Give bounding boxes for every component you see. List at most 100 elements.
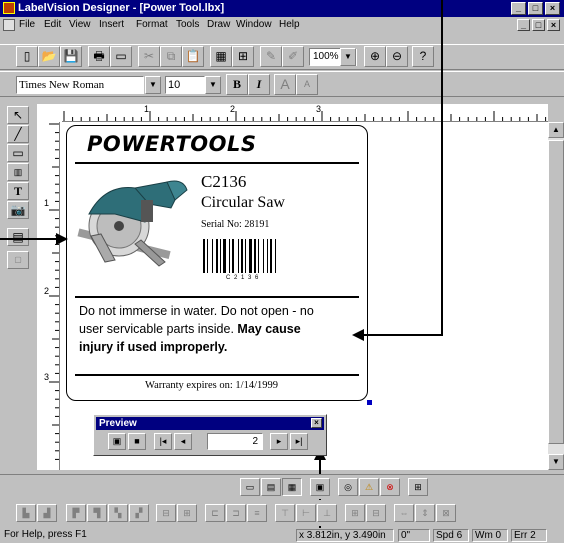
menu-bar: File Edit View Insert Format Tools Draw … xyxy=(0,17,564,34)
warning-icon[interactable]: ⚠ xyxy=(359,478,379,496)
horizontal-ruler: 1 2 3 xyxy=(62,104,548,122)
shrink-font-button[interactable]: A xyxy=(296,74,318,95)
size-height-icon[interactable]: ⇕ xyxy=(415,504,435,522)
print-preview-icon[interactable]: ▭ xyxy=(110,46,132,67)
preview-next-icon[interactable]: ▸ xyxy=(270,433,288,450)
zoom-dropdown-icon[interactable]: ▼ xyxy=(340,48,356,66)
print-label-icon[interactable]: ▣ xyxy=(310,478,330,496)
preview-prev-icon[interactable]: ◂ xyxy=(174,433,192,450)
text-icon[interactable]: T xyxy=(7,182,29,200)
maximize-button[interactable]: □ xyxy=(528,2,543,15)
scroll-thumb[interactable] xyxy=(548,140,564,444)
align-middle-icon[interactable]: ⊢ xyxy=(296,504,316,522)
alignment-toolbar: ▙ ▟ ▛ ▜ ▚ ▞ ⊟ ⊞ ⊏ ⊐ ≡ ⊤ ⊢ ⊥ ⊞ ⊟ ⇔ ⇕ ⊠ xyxy=(0,500,564,526)
menu-file[interactable]: File xyxy=(19,19,35,30)
preview-page-field[interactable]: 2 xyxy=(207,433,263,450)
align-bottom-icon[interactable]: ⊥ xyxy=(317,504,337,522)
preview-title: Preview xyxy=(96,417,324,430)
open-icon[interactable]: 📂 xyxy=(38,46,60,67)
scroll-down-icon[interactable]: ▼ xyxy=(548,454,564,470)
minimize-button[interactable]: _ xyxy=(511,2,526,15)
menu-window[interactable]: Window xyxy=(236,19,272,30)
vertical-scrollbar[interactable]: ▲ ▼ xyxy=(548,122,564,470)
size-dropdown-icon[interactable]: ▼ xyxy=(205,76,221,94)
align-icon-7[interactable]: ⊟ xyxy=(156,504,176,522)
font-dropdown-icon[interactable]: ▼ xyxy=(145,76,161,94)
align-center-icon[interactable]: ⊐ xyxy=(226,504,246,522)
picture-icon[interactable]: 📷 xyxy=(7,201,29,219)
space-vertical-icon[interactable]: ⊟ xyxy=(366,504,386,522)
doc-close-button[interactable]: × xyxy=(547,19,560,31)
brush-icon[interactable]: ✐ xyxy=(282,46,304,67)
resize-handle[interactable] xyxy=(367,400,372,405)
callout-line-image xyxy=(0,238,58,240)
view-normal-icon[interactable]: ▭ xyxy=(240,478,260,496)
align-top-icon[interactable]: ⊤ xyxy=(275,504,295,522)
barcode-icon[interactable]: ▥ xyxy=(7,163,29,181)
menu-draw[interactable]: Draw xyxy=(207,19,230,30)
preview-close-icon[interactable]: × xyxy=(311,418,322,428)
menu-insert[interactable]: Insert xyxy=(99,19,124,30)
top-divider xyxy=(75,162,359,164)
italic-button[interactable]: I xyxy=(248,74,270,95)
size-width-icon[interactable]: ⇔ xyxy=(394,504,414,522)
view-data-icon[interactable]: ▤ xyxy=(261,478,281,496)
select-arrow-icon[interactable]: ↖ xyxy=(7,106,29,124)
font-name-field[interactable]: Times New Roman xyxy=(16,76,144,94)
space-horizontal-icon[interactable]: ⊞ xyxy=(345,504,365,522)
bold-button[interactable]: B xyxy=(226,74,248,95)
print-icon[interactable]: 🖶 xyxy=(88,46,110,67)
status-bar: For Help, press F1 x 3.812in, y 3.490in … xyxy=(0,528,564,543)
rectangle-icon[interactable]: ▭ xyxy=(7,144,29,162)
align-icon-2[interactable]: ▟ xyxy=(37,504,57,522)
preview-first-icon[interactable]: |◂ xyxy=(154,433,172,450)
line-icon[interactable]: ╱ xyxy=(7,125,29,143)
error-icon[interactable]: ⊗ xyxy=(380,478,400,496)
align-icon-5[interactable]: ▚ xyxy=(108,504,128,522)
counter-icon[interactable]: ▢ xyxy=(7,251,29,269)
preview-monitor-icon[interactable]: ▣ xyxy=(108,433,126,450)
status-coordinates: x 3.812in, y 3.490in xyxy=(296,529,394,542)
align-icon-1[interactable]: ▙ xyxy=(16,504,36,522)
scroll-up-icon[interactable]: ▲ xyxy=(548,122,564,138)
preview-stop-icon[interactable]: ■ xyxy=(128,433,146,450)
table-icon[interactable]: ⊞ xyxy=(232,46,254,67)
doc-minimize-button[interactable]: _ xyxy=(517,19,530,31)
align-left-icon[interactable]: ⊏ xyxy=(205,504,225,522)
check-icon[interactable]: ◎ xyxy=(338,478,358,496)
zoom-out-icon[interactable]: ⊖ xyxy=(386,46,408,67)
view-design-icon[interactable]: ▦ xyxy=(282,478,302,496)
doc-restore-button[interactable]: □ xyxy=(532,19,545,31)
menu-format[interactable]: Format xyxy=(136,19,168,30)
properties-icon[interactable]: ⊞ xyxy=(408,478,428,496)
align-icon-6[interactable]: ▞ xyxy=(129,504,149,522)
close-button[interactable]: × xyxy=(545,2,560,15)
app-icon xyxy=(3,2,15,14)
paste-icon[interactable]: 📋 xyxy=(182,46,204,67)
zoom-in-icon[interactable]: ⊕ xyxy=(364,46,386,67)
context-help-icon[interactable]: ? xyxy=(412,46,434,67)
grid-icon[interactable]: ▦ xyxy=(210,46,232,67)
menu-edit[interactable]: Edit xyxy=(44,19,61,30)
menu-tools[interactable]: Tools xyxy=(176,19,199,30)
align-icon-4[interactable]: ▜ xyxy=(87,504,107,522)
align-icon-3[interactable]: ▛ xyxy=(66,504,86,522)
size-both-icon[interactable]: ⊠ xyxy=(436,504,456,522)
copy-icon[interactable]: ⧉ xyxy=(160,46,182,67)
ruler-mark-2: 2 xyxy=(230,104,236,114)
align-icon-8[interactable]: ⊞ xyxy=(177,504,197,522)
menu-help[interactable]: Help xyxy=(279,19,300,30)
cut-icon[interactable]: ✂ xyxy=(138,46,160,67)
database-icon[interactable]: ▤ xyxy=(7,228,29,246)
preview-last-icon[interactable]: ▸| xyxy=(290,433,308,450)
document-icon[interactable] xyxy=(3,19,15,31)
grow-font-button[interactable]: A xyxy=(274,74,296,95)
label-design[interactable]: POWERTOOLS C2136 Circular Saw Serial No:… xyxy=(66,125,368,401)
font-size-field[interactable]: 10 xyxy=(165,76,205,94)
align-right-icon[interactable]: ≡ xyxy=(247,504,267,522)
pen-icon[interactable]: ✎ xyxy=(260,46,282,67)
save-icon[interactable]: 💾 xyxy=(60,46,82,67)
new-icon[interactable]: ▯ xyxy=(16,46,38,67)
vruler-mark-2: 2 xyxy=(44,286,50,296)
menu-view[interactable]: View xyxy=(69,19,91,30)
